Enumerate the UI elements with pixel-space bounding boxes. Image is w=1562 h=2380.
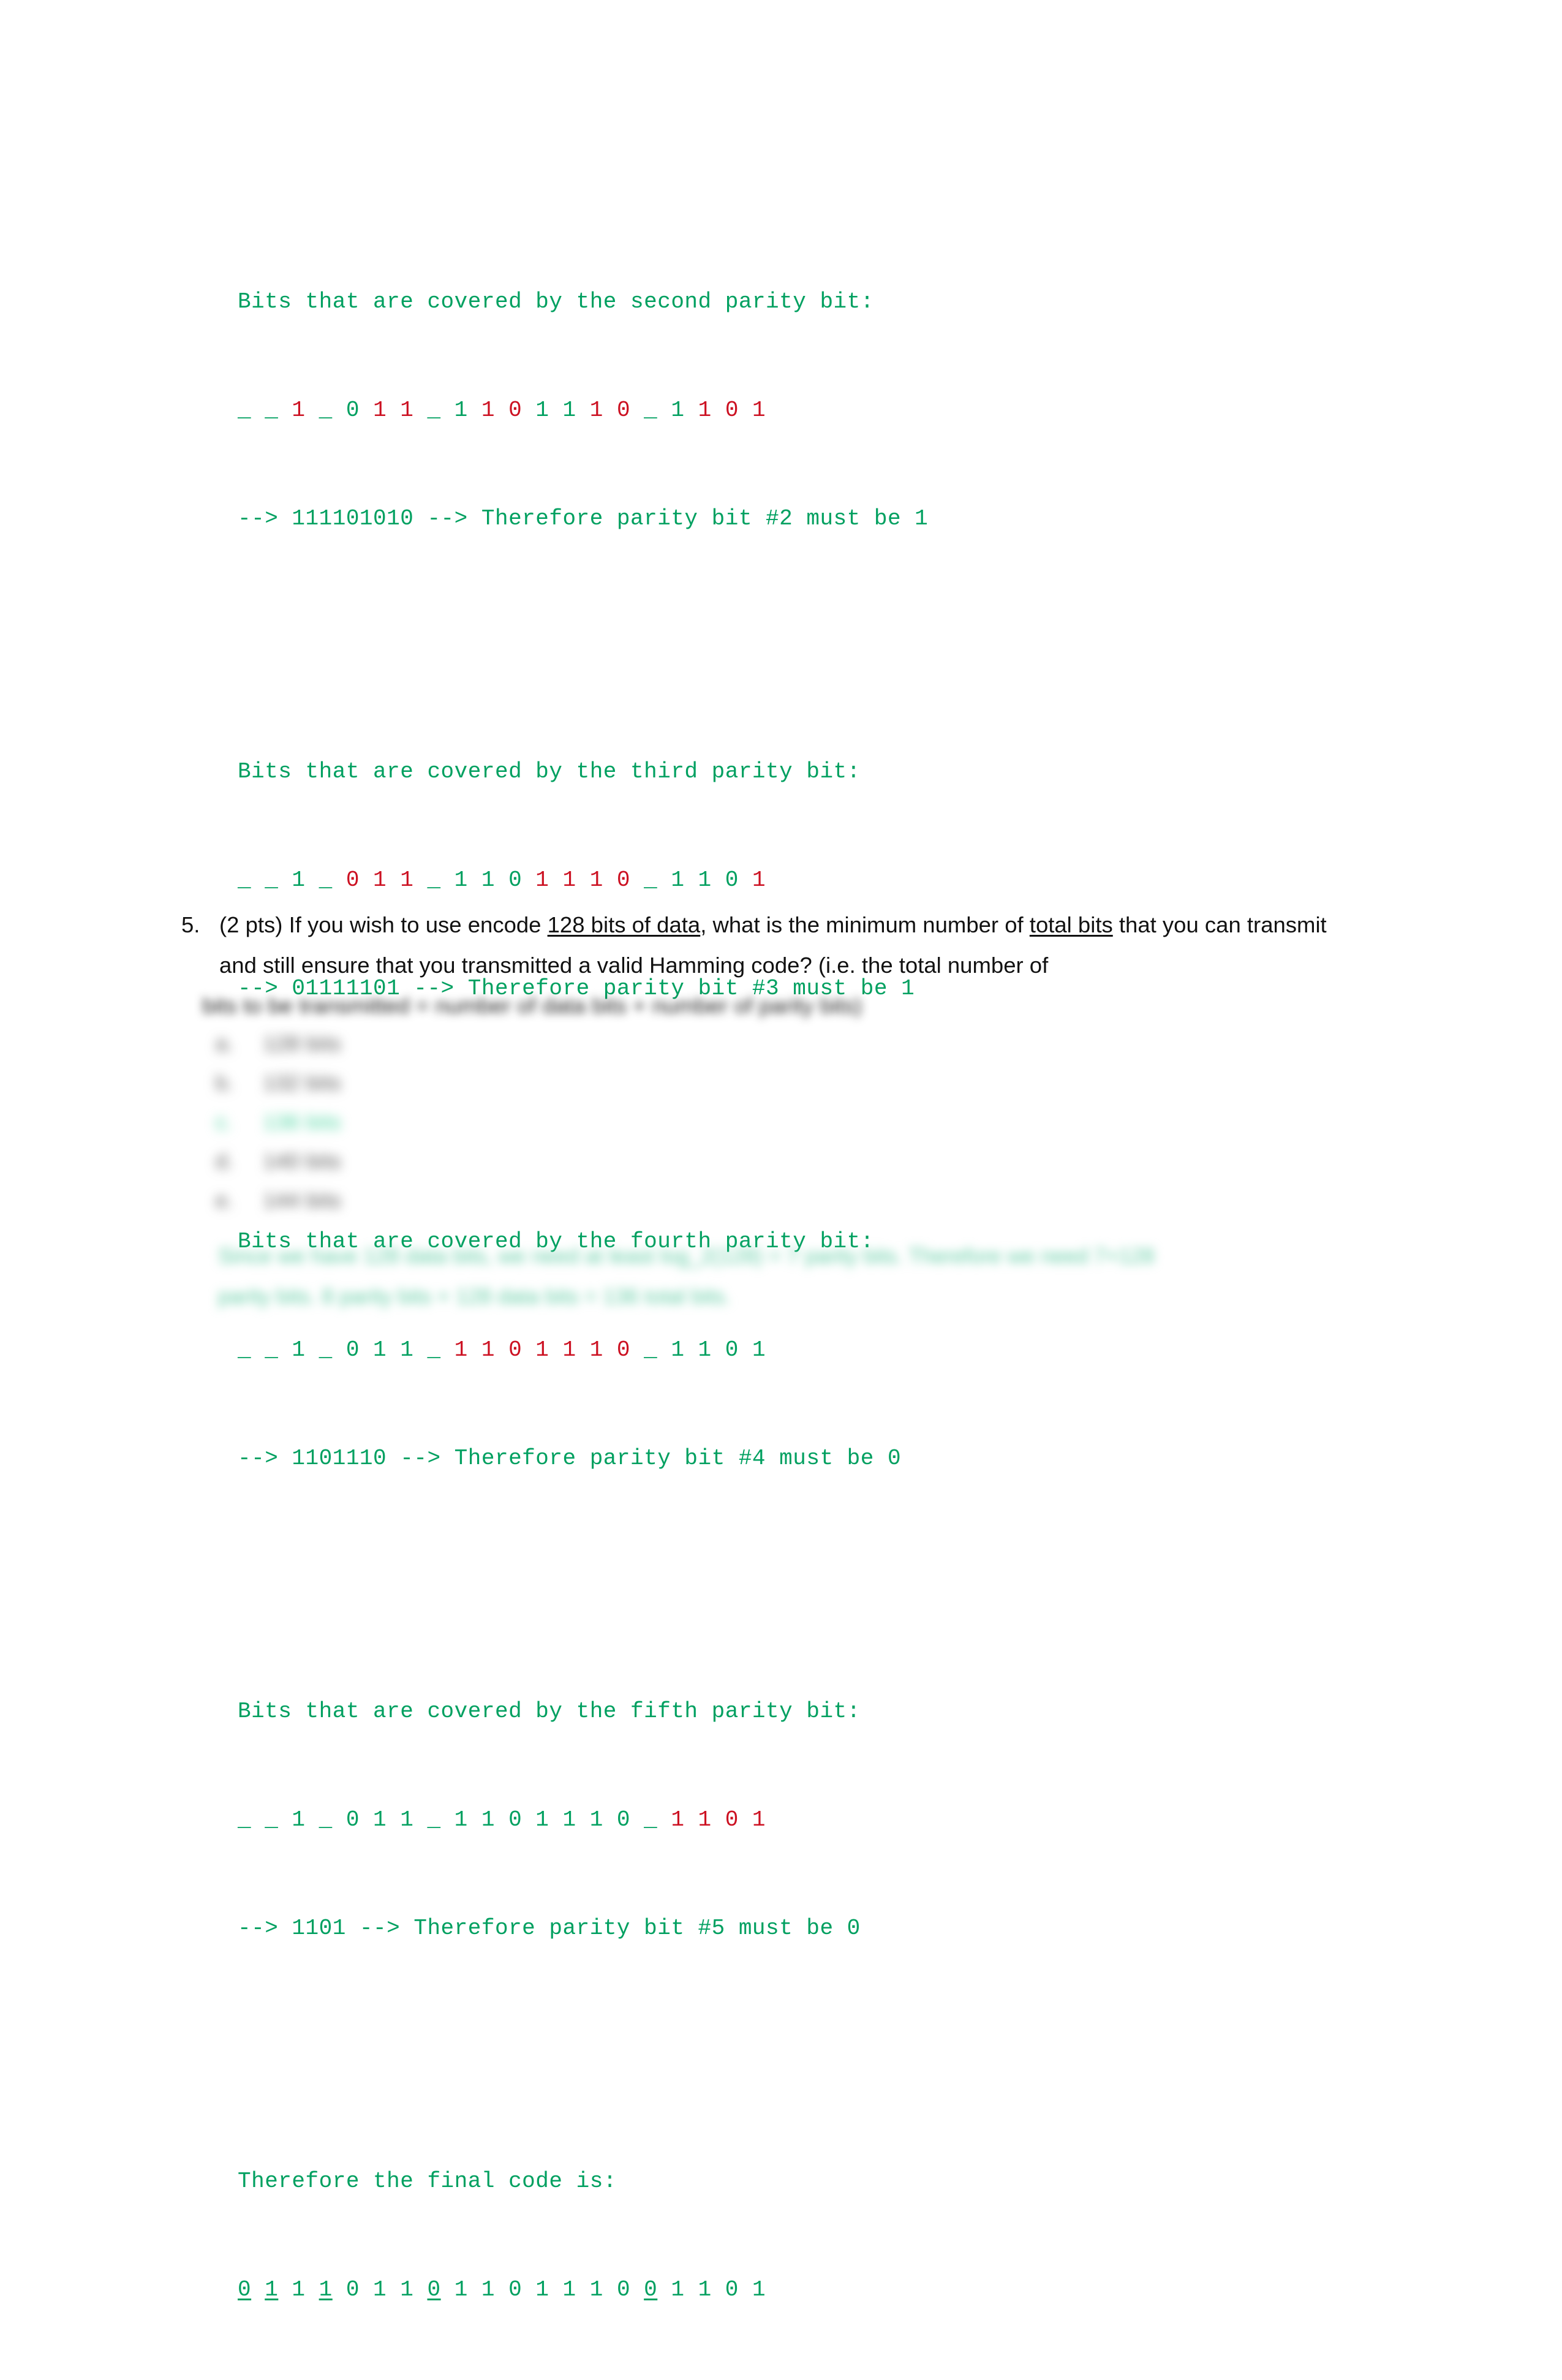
parity4-bit-row: _ _ 1 _ 0 1 1 _ 1 1 0 1 1 1 0 _ 1 1 0 1: [238, 1337, 766, 1362]
q5-underline-total-bits: total bits: [1029, 912, 1113, 937]
final-code-bit-row: 0 1 1 1 0 1 1 0 1 1 0 1 1 1 0 0 1 1 0 1: [238, 2277, 766, 2302]
code-gap-2: [238, 1079, 928, 1115]
parity5-bit-row: _ _ 1 _ 0 1 1 _ 1 1 0 1 1 1 0 _ 1 1 0 1: [238, 1807, 766, 1832]
parity3-bit-row: _ _ 1 _ 0 1 1 _ 1 1 0 1 1 1 0 _ 1 1 0 1: [238, 867, 766, 893]
parity5-result: --> 1101 --> Therefore parity bit #5 mus…: [238, 1916, 861, 1941]
q5-underline-128-bits: 128 bits of data: [547, 912, 701, 937]
parity3-header: Bits that are covered by the third parit…: [238, 759, 861, 784]
q5-line1-part2: , what is the minimum number of: [700, 912, 1030, 937]
code-gap-3: [238, 1549, 928, 1585]
q5-line1-part1: (2 pts) If you wish to use encode: [219, 912, 548, 937]
parity4-header: Bits that are covered by the fourth pari…: [238, 1229, 874, 1254]
q5-line1-part3: that you: [1112, 912, 1199, 937]
final-code-header: Therefore the final code is:: [238, 2169, 617, 2194]
code-gap-1: [238, 609, 928, 645]
parity2-bit-row: _ _ 1 _ 0 1 1 _ 1 1 0 1 1 1 0 _ 1 1 0 1: [238, 398, 766, 423]
hamming-code-worked-solution: Bits that are covered by the second pari…: [238, 175, 928, 2380]
question-5-number: 5.: [181, 912, 200, 937]
parity2-header: Bits that are covered by the second pari…: [238, 289, 874, 314]
parity4-result: --> 1101110 --> Therefore parity bit #4 …: [238, 1446, 902, 1471]
question-5-text: (2 pts) If you wish to use encode 128 bi…: [219, 905, 1357, 986]
question-5: 5. (2 pts) If you wish to use encode 128…: [181, 905, 1357, 986]
parity2-result: --> 111101010 --> Therefore parity bit #…: [238, 506, 929, 531]
parity5-header: Bits that are covered by the fifth parit…: [238, 1699, 861, 1724]
code-gap-4: [238, 2019, 928, 2055]
